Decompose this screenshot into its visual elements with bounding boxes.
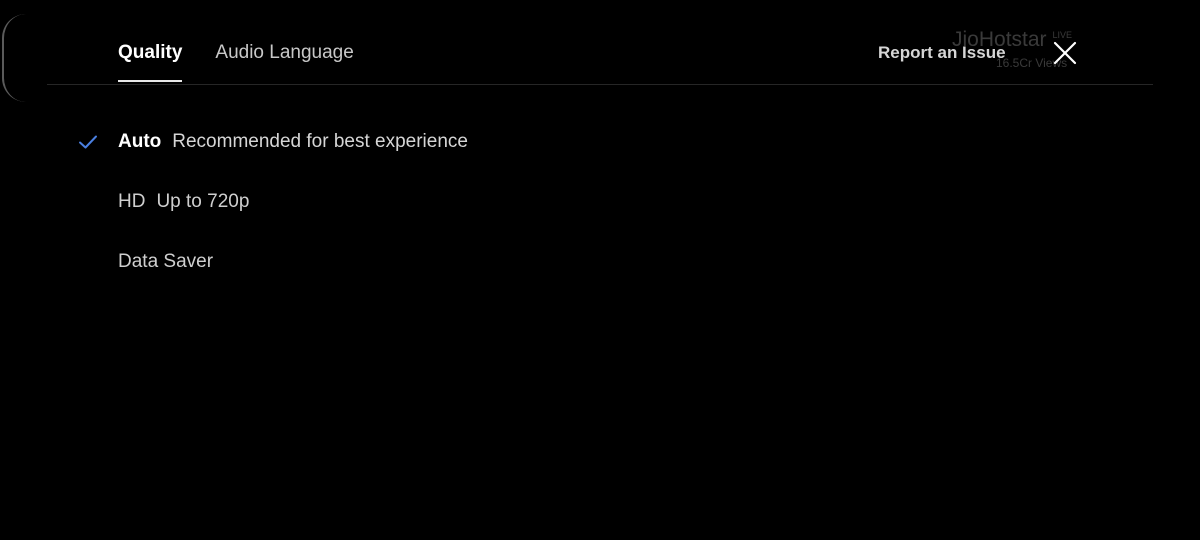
- tab-quality[interactable]: Quality: [118, 40, 183, 82]
- quality-option-data-saver[interactable]: Data Saver: [0, 232, 1200, 292]
- option-name: Auto: [118, 131, 162, 152]
- option-name: HD: [118, 191, 146, 212]
- tab-audio-language[interactable]: Audio Language: [215, 40, 353, 82]
- checkmark-icon: [79, 135, 97, 149]
- close-button[interactable]: [1050, 38, 1080, 68]
- report-issue-button[interactable]: Report an Issue: [878, 43, 1006, 63]
- settings-tabs: Quality Audio Language: [118, 40, 387, 82]
- header-divider: [47, 84, 1153, 85]
- close-icon: [1053, 41, 1077, 65]
- player-edge-decoration: [2, 14, 26, 102]
- option-description: Up to 720p: [156, 191, 250, 212]
- quality-option-hd[interactable]: HD Up to 720p: [0, 172, 1200, 232]
- quality-option-auto[interactable]: Auto Recommended for best experience: [0, 112, 1200, 172]
- option-description: Recommended for best experience: [172, 131, 468, 152]
- quality-option-list: Auto Recommended for best experience HD …: [0, 112, 1200, 292]
- option-name: Data Saver: [118, 251, 214, 272]
- quality-settings-panel: JioHotstar LIVE 16.5Cr Views Quality Audi…: [0, 0, 1200, 540]
